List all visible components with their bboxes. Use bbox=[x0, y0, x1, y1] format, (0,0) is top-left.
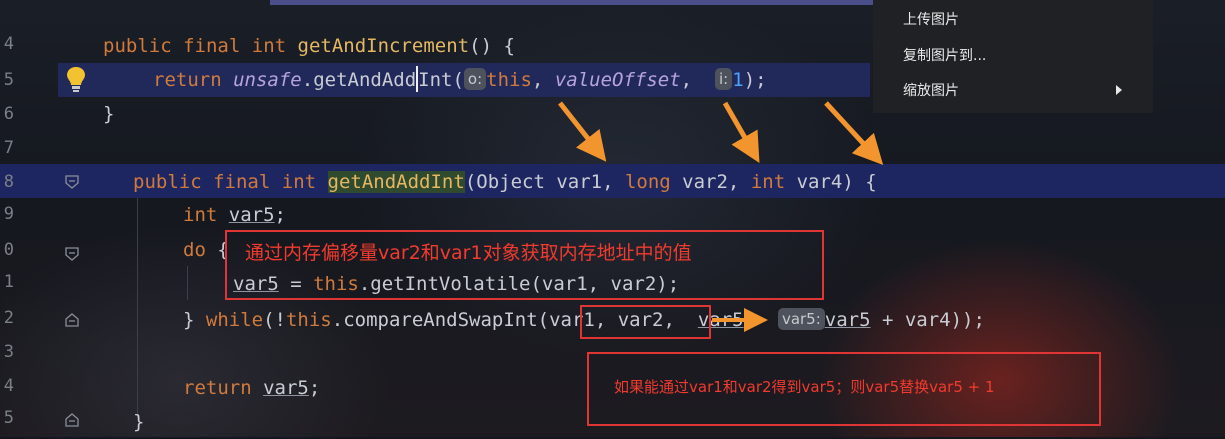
submenu-arrow-icon bbox=[1116, 85, 1122, 95]
arrow-line bbox=[824, 101, 884, 166]
menu-item-copy-image-to[interactable]: 复制图片到... bbox=[903, 44, 986, 68]
menu-item-upload-image[interactable]: 上传图片 bbox=[903, 8, 959, 32]
context-menu: 上传图片 复制图片到... 缩放图片 bbox=[873, 0, 1153, 113]
arrow-line bbox=[558, 101, 607, 162]
arrow-line bbox=[722, 101, 760, 164]
menu-item-zoom-image[interactable]: 缩放图片 bbox=[903, 79, 959, 103]
